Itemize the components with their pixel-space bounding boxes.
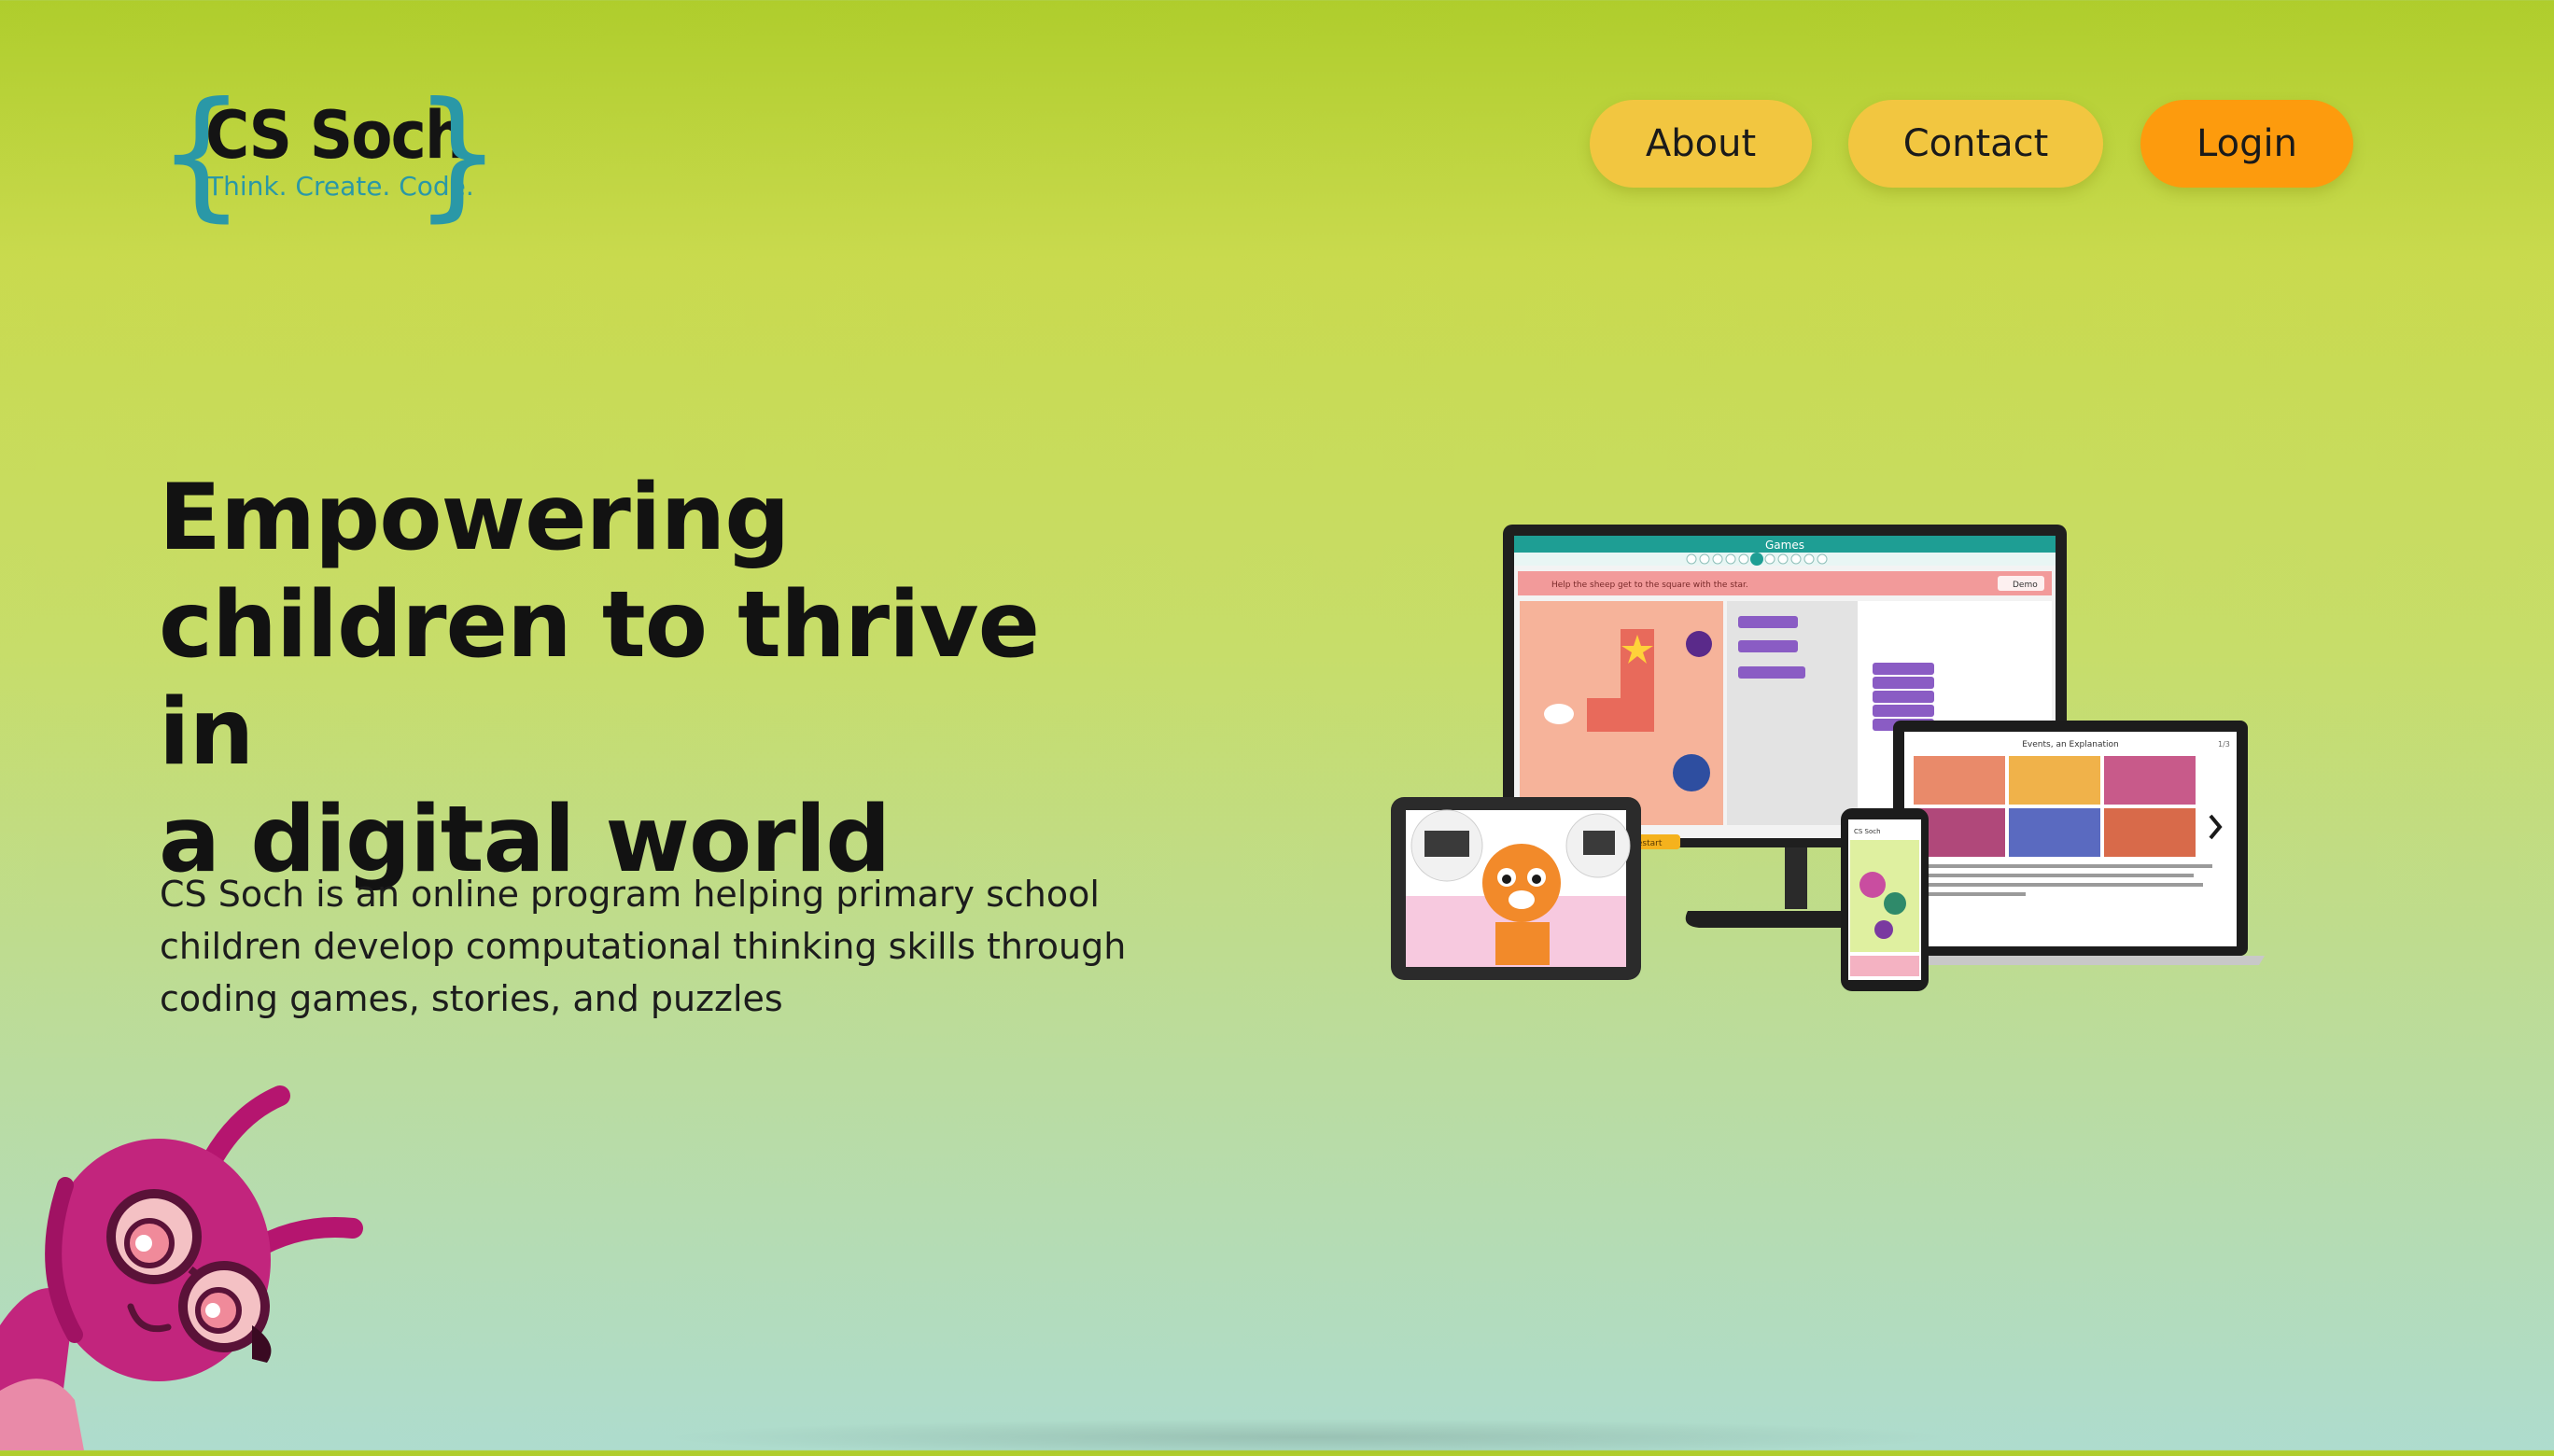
headline-line-2: children to thrive in (159, 572, 1040, 786)
contact-button[interactable]: Contact (1848, 100, 2103, 188)
hero-description: CS Soch is an online program helping pri… (160, 874, 1127, 1019)
brand-logo[interactable]: { CS Soch Think. Create. Code. } (157, 84, 502, 231)
monitor-title: Games (1765, 539, 1804, 552)
laptop-page: 1/3 (2218, 740, 2230, 749)
phone-title: CS Soch (1854, 828, 1881, 835)
logo-brace-right: } (413, 73, 502, 235)
login-button[interactable]: Login (2140, 100, 2353, 188)
devices-illustration: Games Help the sheep get to the square w… (1391, 523, 2306, 1008)
demo-label: Demo (2013, 581, 2038, 590)
phone: CS Soch (1841, 808, 1929, 991)
about-button[interactable]: About (1590, 100, 1812, 188)
laptop-title: Events, an Explanation (2022, 740, 2118, 749)
hero-headline: Empowering children to thrive in a digit… (159, 465, 1092, 894)
headline-line-1: Empowering (159, 465, 790, 571)
monitor-instruction: Help the sheep get to the square with th… (1551, 581, 1748, 590)
pink-ant-mascot-icon (0, 1083, 373, 1450)
tablet (1391, 797, 1641, 980)
ground-shadow (653, 1419, 1960, 1456)
laptop: Events, an Explanation 1/3 (1876, 721, 2265, 965)
